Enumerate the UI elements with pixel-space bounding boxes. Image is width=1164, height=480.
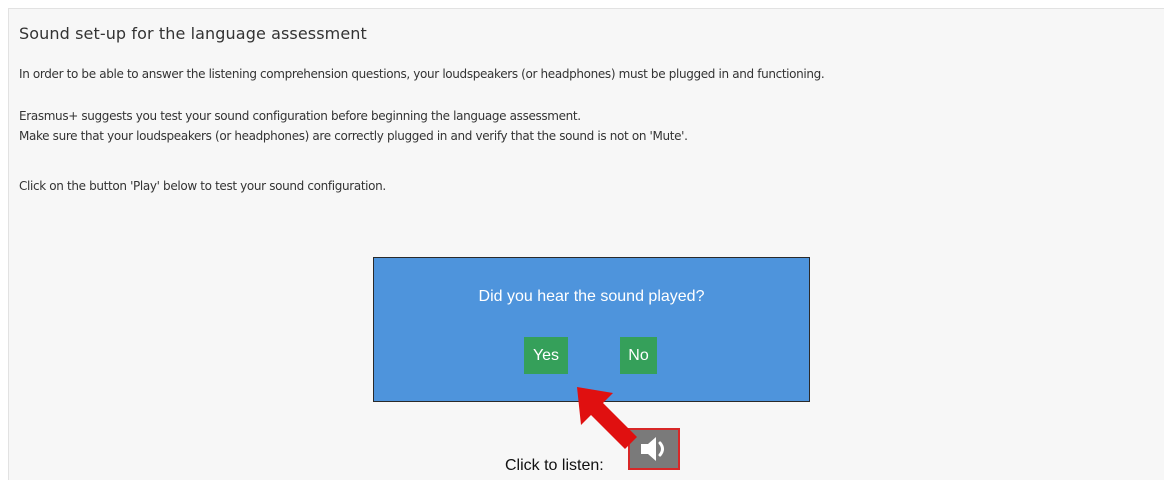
- instruction-text-1: In order to be able to answer the listen…: [19, 67, 825, 81]
- instruction-text-2: Erasmus+ suggests you test your sound co…: [19, 109, 581, 123]
- sound-setup-panel: Sound set-up for the language assessment…: [8, 8, 1164, 480]
- red-arrow-icon: [577, 387, 637, 449]
- dialog-question: Did you hear the sound played?: [478, 288, 705, 305]
- page-title: Sound set-up for the language assessment: [19, 24, 367, 43]
- instruction-text-4: Click on the button 'Play' below to test…: [19, 179, 386, 193]
- click-to-listen-label: Click to listen:: [505, 457, 604, 474]
- instruction-text-3: Make sure that your loudspeakers (or hea…: [19, 129, 688, 143]
- no-button[interactable]: No: [620, 337, 657, 374]
- yes-button[interactable]: Yes: [524, 337, 568, 374]
